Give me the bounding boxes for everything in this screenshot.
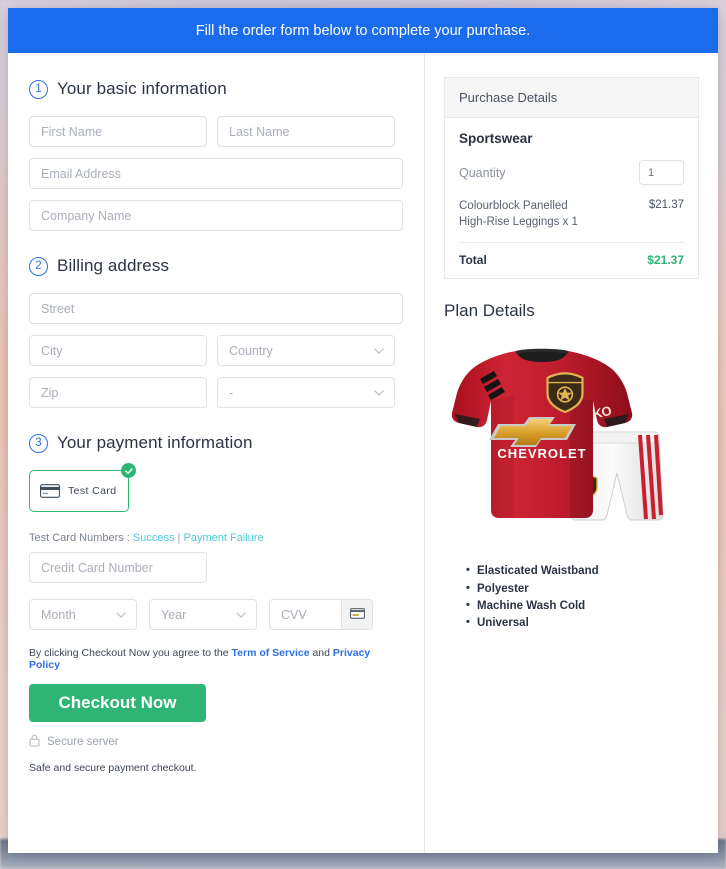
step-number-2: 2 <box>29 256 48 276</box>
purchase-details-body: Sportswear Quantity 1 Colourblock Panell… <box>445 118 698 278</box>
cvv-help-button[interactable] <box>341 600 372 629</box>
first-name-input[interactable]: First Name <box>29 116 207 147</box>
city-country-row: City Country <box>29 335 403 366</box>
state-select-value: - <box>229 385 234 400</box>
quantity-label: Quantity <box>459 165 506 180</box>
checkout-card: Fill the order form below to complete yo… <box>8 8 718 853</box>
company-row: Company Name <box>29 200 403 231</box>
country-select-value: Country <box>229 343 273 358</box>
plan-feature-list: Elasticated Waistband Polyester Machine … <box>444 562 699 633</box>
svg-text:CHEVROLET: CHEVROLET <box>497 446 586 461</box>
terms-middle: and <box>309 647 333 659</box>
product-image: KO CHEVROLET <box>444 335 699 555</box>
purchase-details-heading: Purchase Details <box>445 78 698 118</box>
email-input[interactable]: Email Address <box>29 158 403 189</box>
expiry-month-value: Month <box>41 607 76 622</box>
zip-input[interactable]: Zip <box>29 377 207 408</box>
total-row: Total $21.37 <box>459 253 684 267</box>
payment-method-label: Test Card <box>68 485 117 497</box>
step-number-1: 1 <box>29 79 48 99</box>
section-title-billing-address: Billing address <box>57 256 170 275</box>
street-input[interactable]: Street <box>29 293 403 324</box>
expiry-cvv-row: Month Year CVV <box>29 599 403 630</box>
section-header-basic-information: 1 Your basic information <box>29 79 403 99</box>
terms-of-service-link[interactable]: Term of Service <box>232 647 310 659</box>
country-select[interactable]: Country <box>217 335 395 366</box>
header-banner: Fill the order form below to complete yo… <box>8 8 718 53</box>
section-title-basic-information: Your basic information <box>57 79 227 98</box>
lock-icon <box>29 734 40 750</box>
line-item-price: $21.37 <box>648 199 684 211</box>
company-name-input[interactable]: Company Name <box>29 200 403 231</box>
product-name: Sportswear <box>459 131 533 146</box>
payment-method-test-card[interactable]: Test Card <box>29 463 136 512</box>
state-select[interactable]: - <box>217 377 395 408</box>
list-item: Universal <box>466 614 699 632</box>
quantity-row: Quantity 1 <box>459 160 684 185</box>
quantity-input[interactable]: 1 <box>639 160 684 185</box>
secure-server-label: Secure server <box>47 736 119 748</box>
check-circle-icon <box>121 463 136 478</box>
chevron-down-icon <box>116 610 126 619</box>
city-input[interactable]: City <box>29 335 207 366</box>
email-row: Email Address <box>29 158 403 189</box>
line-item-row: Colourblock Panelled High-Rise Leggings … <box>459 199 684 244</box>
zip-state-row: Zip - <box>29 377 403 408</box>
test-card-failure-link[interactable]: Payment Failure <box>183 532 263 544</box>
credit-card-number-input[interactable]: Credit Card Number <box>29 552 207 583</box>
terms-prefix: By clicking Checkout Now you agree to th… <box>29 647 232 659</box>
list-item: Polyester <box>466 579 699 598</box>
section-header-payment-information: 3 Your payment information <box>29 433 403 453</box>
last-name-input[interactable]: Last Name <box>217 116 395 147</box>
total-value: $21.37 <box>647 253 684 268</box>
line-item-name: Colourblock Panelled High-Rise Leggings … <box>459 200 578 228</box>
test-card-numbers-label: Test Card Numbers : <box>29 532 133 544</box>
safe-checkout-note: Safe and secure payment checkout. <box>29 762 197 774</box>
step-number-3: 3 <box>29 433 48 453</box>
plan-details-title: Plan Details <box>444 301 535 321</box>
checkout-body: 1 Your basic information First Name Last… <box>8 53 718 853</box>
chevron-down-icon <box>374 388 384 397</box>
test-card-success-link[interactable]: Success <box>133 532 175 544</box>
name-row: First Name Last Name <box>29 116 403 147</box>
expiry-year-value: Year <box>161 607 187 622</box>
expiry-month-select[interactable]: Month <box>29 599 137 630</box>
list-item: Machine Wash Cold <box>466 597 699 615</box>
total-label: Total <box>459 253 487 268</box>
test-card-numbers-line: Test Card Numbers : Success | Payment Fa… <box>29 532 403 544</box>
card-back-icon <box>349 606 365 624</box>
section-header-billing-address: 2 Billing address <box>29 256 403 276</box>
chevron-down-icon <box>374 346 384 355</box>
street-row: Street <box>29 293 403 324</box>
terms-text: By clicking Checkout Now you agree to th… <box>29 647 403 671</box>
purchase-details-panel: Purchase Details Sportswear Quantity 1 C… <box>444 77 699 280</box>
section-title-payment-information: Your payment information <box>57 433 253 452</box>
summary-column: Purchase Details Sportswear Quantity 1 C… <box>425 53 718 853</box>
checkout-now-button[interactable]: Checkout Now <box>29 684 206 722</box>
cvv-input[interactable]: CVV <box>270 608 341 622</box>
cvv-field-group: CVV <box>269 599 373 630</box>
form-column: 1 Your basic information First Name Last… <box>8 53 425 853</box>
expiry-year-select[interactable]: Year <box>149 599 257 630</box>
header-banner-text: Fill the order form below to complete yo… <box>195 22 531 39</box>
chevron-down-icon <box>236 610 246 619</box>
list-item: Elasticated Waistband <box>466 562 699 580</box>
credit-card-icon <box>40 484 60 498</box>
secure-server-note: Secure server <box>29 734 403 750</box>
